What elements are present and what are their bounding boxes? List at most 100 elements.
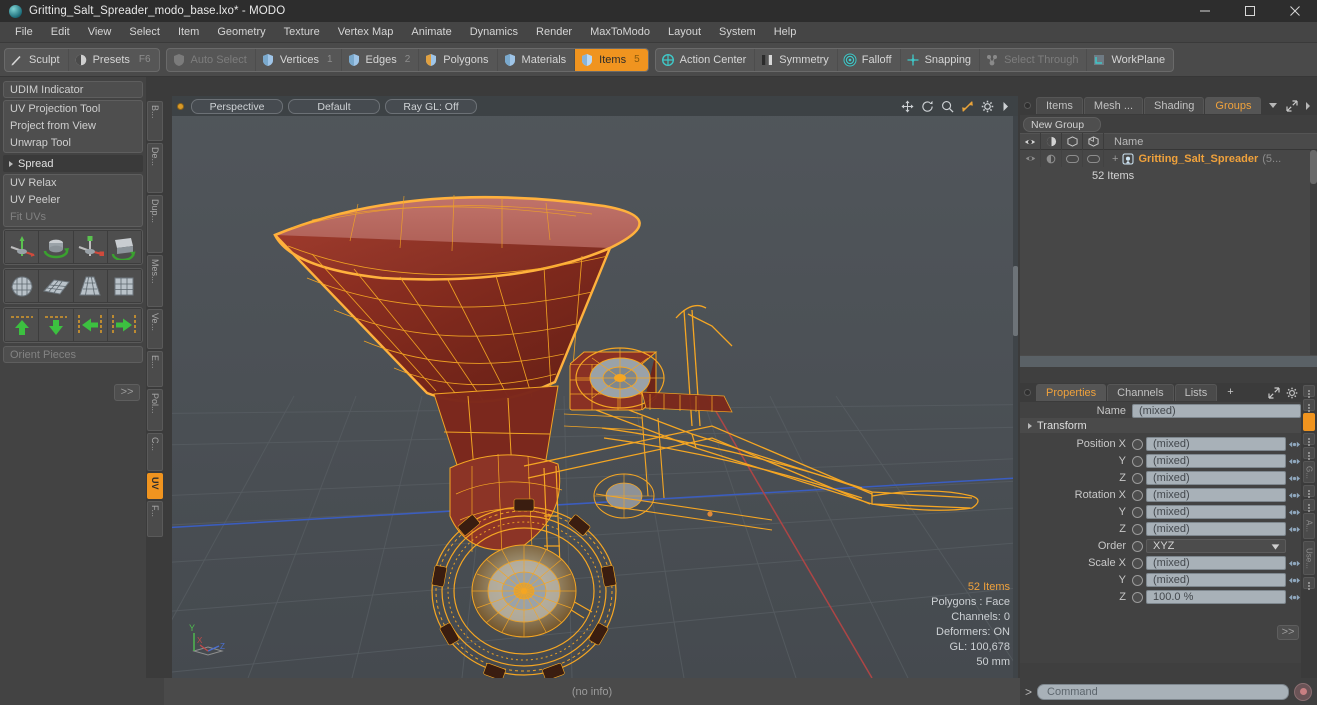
spinner-icon[interactable] — [1288, 472, 1301, 485]
field-rotation-y[interactable]: (mixed) — [1146, 505, 1286, 519]
zoom-icon[interactable] — [941, 100, 954, 113]
vgrip-6[interactable] — [1303, 499, 1315, 511]
row-select-toggle[interactable] — [1083, 150, 1104, 167]
field-position-z[interactable]: (mixed) — [1146, 471, 1286, 485]
transform-section-header[interactable]: Transform — [1020, 418, 1317, 433]
maximize-icon[interactable] — [1227, 0, 1272, 22]
snapping-button[interactable]: Snapping — [901, 48, 981, 71]
menu-render[interactable]: Render — [527, 22, 581, 43]
vertices-button[interactable]: Vertices 1 — [256, 48, 342, 71]
channel-dot-rotation-x[interactable] — [1132, 489, 1143, 501]
uv-plane-grid-button[interactable] — [39, 270, 73, 302]
align-up-button[interactable] — [5, 309, 39, 341]
viewport-shading-selector[interactable]: Default — [288, 98, 380, 114]
gear-icon[interactable] — [1286, 387, 1298, 399]
expand-uv-panel-button[interactable]: >> — [114, 384, 140, 401]
row-name-cell[interactable]: + Gritting_Salt_Spreader (5... — [1104, 153, 1281, 165]
axis-gizmo[interactable]: Y X Z — [184, 621, 230, 664]
expand-properties-button[interactable]: >> — [1277, 625, 1299, 640]
row-render-toggle[interactable] — [1062, 150, 1083, 167]
vtab-active-channel[interactable] — [1303, 413, 1315, 431]
workplane-button[interactable]: WorkPlane — [1087, 49, 1173, 71]
spinner-icon[interactable] — [1288, 574, 1301, 587]
tab-groups[interactable]: Groups — [1205, 97, 1262, 114]
vtab-mesh[interactable]: Mes... — [147, 255, 163, 307]
field-rotation-x[interactable]: (mixed) — [1146, 488, 1286, 502]
edges-button[interactable]: Edges 2 — [342, 48, 420, 71]
scale-uv-button[interactable] — [73, 231, 107, 263]
menu-system[interactable]: System — [710, 22, 765, 43]
field-position-x[interactable]: (mixed) — [1146, 437, 1286, 451]
channel-dot-scale-z[interactable] — [1132, 591, 1143, 603]
close-icon[interactable] — [1272, 0, 1317, 22]
minimize-icon[interactable] — [1182, 0, 1227, 22]
materials-button[interactable]: Materials — [498, 48, 576, 71]
vtab-polygon[interactable]: Pol... — [147, 389, 163, 431]
item-tree-scrollbar[interactable] — [1310, 150, 1317, 355]
tab-add[interactable]: + — [1218, 384, 1242, 401]
vtab-a[interactable]: A... — [1303, 513, 1315, 539]
rotate-icon[interactable] — [921, 100, 934, 113]
vgrip-7[interactable] — [1303, 577, 1315, 589]
vgrip-2[interactable] — [1303, 399, 1315, 411]
tab-shading[interactable]: Shading — [1144, 97, 1205, 114]
align-right-button[interactable] — [107, 309, 141, 341]
viewport-scrollbar[interactable] — [1013, 116, 1018, 678]
tab-mesh[interactable]: Mesh ... — [1083, 97, 1144, 114]
spinner-icon[interactable] — [1288, 438, 1301, 451]
move-icon[interactable] — [901, 99, 914, 113]
tab-lists[interactable]: Lists — [1174, 384, 1218, 401]
vtab-user[interactable]: Use... — [1303, 541, 1315, 575]
sculpt-button[interactable]: Sculpt — [5, 48, 69, 71]
items-button[interactable]: Items 5 — [575, 48, 648, 71]
spinner-icon[interactable] — [1288, 455, 1301, 468]
falloff-button[interactable]: Falloff — [838, 48, 901, 71]
vtab-vertex[interactable]: Ve... — [147, 309, 163, 349]
expand-arrows-icon[interactable] — [1268, 386, 1280, 399]
menu-layout[interactable]: Layout — [659, 22, 710, 43]
menu-dynamics[interactable]: Dynamics — [461, 22, 527, 43]
vtab-duplicate[interactable]: Dup... — [147, 195, 163, 253]
vtab-edge[interactable]: E... — [147, 351, 163, 387]
flip-uv-button[interactable] — [107, 231, 141, 263]
gear-icon[interactable] — [981, 100, 994, 113]
polygons-button[interactable]: Polygons — [419, 48, 498, 71]
menu-help[interactable]: Help — [765, 22, 806, 43]
expand-arrows-icon[interactable] — [1286, 99, 1298, 112]
spinner-icon[interactable] — [1288, 557, 1301, 570]
uv-box-grid-button[interactable] — [107, 270, 141, 302]
row-visibility-toggle[interactable] — [1020, 150, 1041, 167]
viewport-menu-dot-icon[interactable] — [177, 102, 184, 110]
menu-vertex-map[interactable]: Vertex Map — [329, 22, 403, 43]
action-center-button[interactable]: Action Center — [656, 48, 756, 71]
item-tree[interactable]: + Gritting_Salt_Spreader (5... 52 Items — [1020, 150, 1317, 355]
uv-sphere-grid-button[interactable] — [5, 270, 39, 302]
vtab-deform[interactable]: De... — [147, 143, 163, 193]
menu-edit[interactable]: Edit — [42, 22, 79, 43]
menu-animate[interactable]: Animate — [402, 22, 460, 43]
uv-cone-grid-button[interactable] — [73, 270, 107, 302]
panel-menu-dot-icon[interactable] — [1024, 102, 1031, 109]
field-rotation-z[interactable]: (mixed) — [1146, 522, 1286, 536]
chevron-right-icon[interactable] — [1304, 101, 1312, 111]
vgrip-4[interactable] — [1303, 447, 1315, 459]
udim-indicator-button[interactable]: UDIM Indicator — [3, 81, 143, 98]
spinner-icon[interactable] — [1288, 591, 1301, 604]
tab-items[interactable]: Items — [1036, 97, 1083, 114]
column-visibility[interactable] — [1020, 133, 1041, 150]
menu-maxtomodo[interactable]: MaxToModo — [581, 22, 659, 43]
field-scale-y[interactable]: (mixed) — [1146, 573, 1286, 587]
channel-dot-rotation-z[interactable] — [1132, 523, 1143, 535]
expand-plus-icon[interactable]: + — [1112, 153, 1118, 165]
uv-peeler-item[interactable]: UV Peeler — [4, 192, 142, 209]
column-render[interactable] — [1062, 133, 1083, 150]
vtab-basic[interactable]: B... — [147, 101, 163, 141]
vgrip-3[interactable] — [1303, 433, 1315, 445]
rotate-uv-button[interactable] — [39, 231, 73, 263]
channel-dot-rotation-y[interactable] — [1132, 506, 1143, 518]
menu-geometry[interactable]: Geometry — [208, 22, 274, 43]
spinner-icon[interactable] — [1288, 523, 1301, 536]
chevron-right-icon[interactable] — [1001, 101, 1010, 112]
table-row[interactable]: + Gritting_Salt_Spreader (5... — [1020, 150, 1317, 167]
field-scale-z[interactable]: 100.0 % — [1146, 590, 1286, 604]
